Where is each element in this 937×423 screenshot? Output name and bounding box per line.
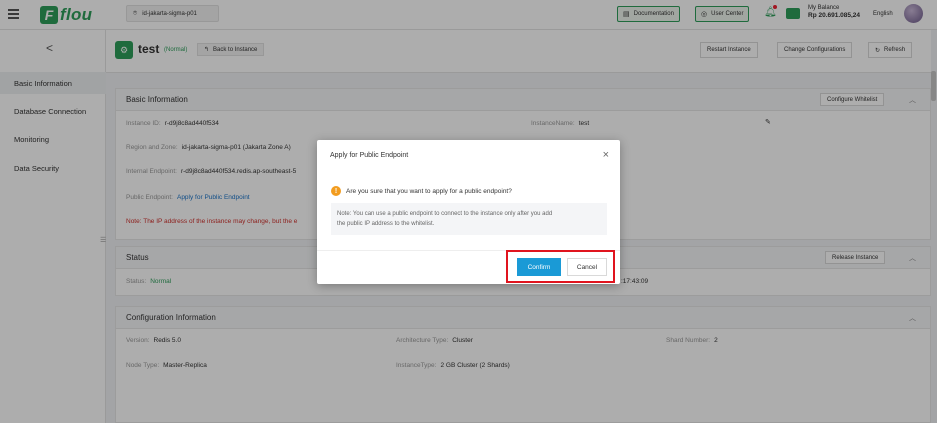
dialog-question: ! Are you sure that you want to apply fo…: [331, 186, 512, 196]
dialog-title: Apply for Public Endpoint: [330, 152, 409, 159]
dialog-note: Note: You can use a public endpoint to c…: [331, 203, 607, 235]
highlight-annotation: [506, 250, 615, 283]
close-icon[interactable]: ×: [603, 149, 609, 161]
note-line-1: Note: You can use a public endpoint to c…: [337, 211, 553, 217]
question-text: Are you sure that you want to apply for …: [346, 187, 512, 195]
note-line-2: the public IP address to the whitelist.: [337, 221, 435, 227]
warning-icon: !: [331, 186, 341, 196]
